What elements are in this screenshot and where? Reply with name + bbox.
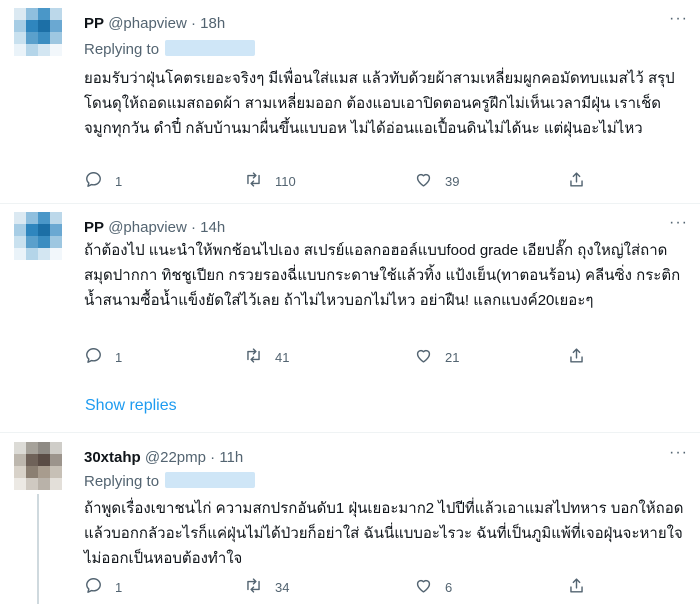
share-button[interactable] bbox=[567, 171, 586, 191]
replying-to-label: Replying to bbox=[84, 41, 160, 58]
retweet-icon bbox=[244, 170, 263, 192]
tweet-text: ถ้าต้องไป แนะนำให้พกช้อนไปเอง สเปรย์แอลก… bbox=[84, 242, 681, 309]
retweet-count: 110 bbox=[275, 173, 296, 189]
tweet-header: 30xtahp @22pmp · 11h bbox=[84, 448, 243, 468]
tweet-text: ถ้าพูดเรื่องเขาชนไก่ ความสกปรกอันดับ1 ฝุ… bbox=[84, 500, 684, 567]
avatar[interactable] bbox=[14, 442, 62, 490]
share-button[interactable] bbox=[567, 347, 586, 367]
tweet[interactable]: 30xtahp @22pmp · 11h ··· Replying to ถ้า… bbox=[0, 434, 700, 604]
retweet-count: 34 bbox=[275, 579, 290, 595]
retweet-icon bbox=[244, 576, 263, 598]
like-button[interactable]: 6 bbox=[414, 577, 452, 597]
like-count: 6 bbox=[445, 579, 453, 595]
mention-link[interactable] bbox=[165, 472, 256, 488]
reply-count: 1 bbox=[115, 349, 123, 365]
avatar[interactable] bbox=[14, 212, 62, 260]
timestamp[interactable]: 14h bbox=[200, 219, 225, 236]
retweet-button[interactable]: 41 bbox=[244, 347, 289, 367]
more-icon[interactable]: ··· bbox=[669, 10, 688, 28]
reply-button[interactable]: 1 bbox=[84, 347, 122, 367]
tweet-text: ยอมรับว่าฝุ่นโคตรเยอะจริงๆ มีเพื่อนใส่แม… bbox=[84, 70, 675, 137]
share-icon bbox=[567, 346, 586, 368]
like-icon bbox=[414, 170, 433, 192]
more-icon[interactable]: ··· bbox=[669, 214, 688, 232]
tweet-actions: 1 34 6 bbox=[84, 577, 604, 597]
reply-button[interactable]: 1 bbox=[84, 577, 122, 597]
share-icon bbox=[567, 170, 586, 192]
user-handle[interactable]: @phapview bbox=[108, 15, 187, 32]
share-button[interactable] bbox=[567, 577, 586, 597]
user-handle[interactable]: @22pmp bbox=[145, 449, 206, 466]
like-button[interactable]: 39 bbox=[414, 171, 459, 191]
tweet-header: PP @phapview · 18h bbox=[84, 14, 225, 34]
separator-dot: · bbox=[190, 219, 196, 236]
separator-dot: · bbox=[210, 449, 216, 466]
like-icon bbox=[414, 346, 433, 368]
tweet-actions: 1 110 39 bbox=[84, 171, 604, 191]
display-name[interactable]: 30xtahp bbox=[84, 449, 141, 466]
divider bbox=[0, 432, 700, 433]
display-name[interactable]: PP bbox=[84, 219, 104, 236]
like-count: 39 bbox=[445, 173, 460, 189]
reply-button[interactable]: 1 bbox=[84, 171, 122, 191]
reply-icon bbox=[84, 346, 103, 368]
show-replies-link[interactable]: Show replies bbox=[85, 397, 177, 415]
timestamp[interactable]: 18h bbox=[200, 15, 225, 32]
like-count: 21 bbox=[445, 349, 460, 365]
replying-to: Replying to bbox=[84, 40, 256, 60]
replying-to: Replying to bbox=[84, 472, 256, 492]
replying-to-label: Replying to bbox=[84, 473, 160, 490]
avatar[interactable] bbox=[14, 8, 62, 56]
reply-count: 1 bbox=[115, 173, 123, 189]
like-icon bbox=[414, 576, 433, 598]
thread-line bbox=[37, 494, 39, 604]
retweet-button[interactable]: 34 bbox=[244, 577, 289, 597]
retweet-icon bbox=[244, 346, 263, 368]
tweet-header: PP @phapview · 14h bbox=[84, 218, 225, 238]
user-handle[interactable]: @phapview bbox=[108, 219, 187, 236]
like-button[interactable]: 21 bbox=[414, 347, 459, 367]
separator-dot: · bbox=[190, 15, 196, 32]
share-icon bbox=[567, 576, 586, 598]
mention-link[interactable] bbox=[165, 40, 256, 56]
reply-icon bbox=[84, 576, 103, 598]
retweet-button[interactable]: 110 bbox=[244, 171, 296, 191]
timestamp[interactable]: 11h bbox=[219, 449, 243, 466]
reply-icon bbox=[84, 170, 103, 192]
tweet[interactable]: PP @phapview · 14h ··· ถ้าต้องไป แนะนำให… bbox=[0, 204, 700, 384]
reply-count: 1 bbox=[115, 579, 123, 595]
more-icon[interactable]: ··· bbox=[669, 444, 688, 462]
retweet-count: 41 bbox=[275, 349, 290, 365]
tweet[interactable]: PP @phapview · 18h ··· Replying to ยอมรั… bbox=[0, 0, 700, 200]
display-name[interactable]: PP bbox=[84, 15, 104, 32]
tweet-actions: 1 41 21 bbox=[84, 347, 604, 367]
